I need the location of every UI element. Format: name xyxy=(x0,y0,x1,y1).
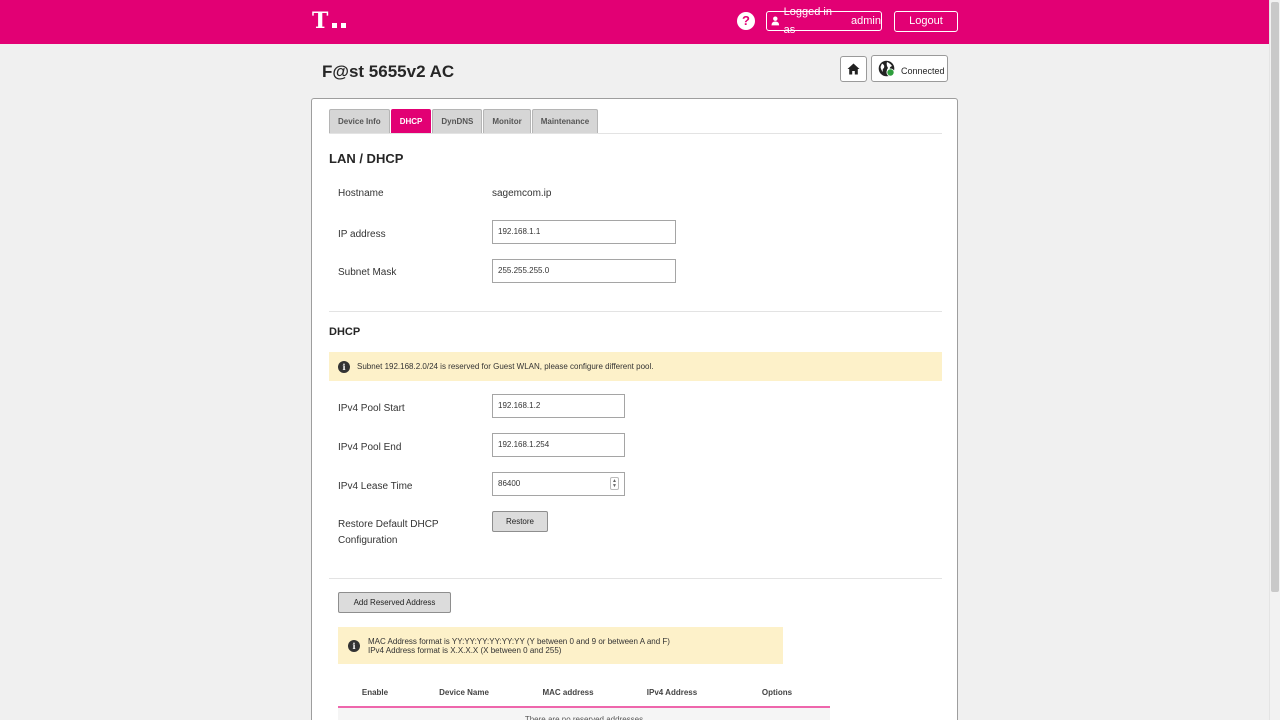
info-icon: i xyxy=(338,360,350,373)
tab-dyndns[interactable]: DynDNS xyxy=(432,109,483,133)
pool-end-label: IPv4 Pool End xyxy=(338,442,402,453)
scrollbar-thumb[interactable] xyxy=(1271,2,1279,592)
section-divider xyxy=(329,578,942,579)
tab-dhcp[interactable]: DHCP xyxy=(390,109,432,133)
globe-icon xyxy=(878,60,895,77)
help-icon[interactable]: ? xyxy=(737,12,755,30)
logged-in-label: Logged in as xyxy=(783,6,832,36)
tab-monitor[interactable]: Monitor xyxy=(483,109,531,133)
home-button[interactable] xyxy=(840,56,867,82)
ipv4-format-text: IPv4 Address format is X.X.X.X (X betwee… xyxy=(368,645,562,655)
hostname-label: Hostname xyxy=(338,188,384,199)
home-icon xyxy=(847,63,860,75)
page-title: F@st 5655v2 AC xyxy=(322,62,455,81)
tab-divider xyxy=(329,133,942,134)
table-empty-row: There are no reserved addresses xyxy=(338,708,830,720)
connection-label: Connected xyxy=(901,66,945,76)
format-notice: i MAC Address format is YY:YY:YY:YY:YY:Y… xyxy=(338,627,783,664)
logo-dot xyxy=(341,23,347,28)
page-scrollbar[interactable] xyxy=(1269,0,1280,720)
column-header-enable: Enable xyxy=(361,688,389,697)
column-header-ipv4-address: IPv4 Address xyxy=(646,688,698,697)
lease-time-label: IPv4 Lease Time xyxy=(338,481,413,492)
telekom-logo[interactable]: T xyxy=(312,8,347,34)
subnet-mask-label: Subnet Mask xyxy=(338,267,397,278)
dhcp-section-title: DHCP xyxy=(329,326,361,338)
dhcp-panel: Device Info DHCP DynDNS Monitor Maintena… xyxy=(311,98,958,720)
hostname-value: sagemcom.ip xyxy=(492,188,552,199)
restore-label-line1: Restore Default DHCP xyxy=(338,519,439,530)
section-divider xyxy=(329,311,942,312)
lease-time-value: 86400 xyxy=(498,479,521,488)
ip-address-input[interactable]: 192.168.1.1 xyxy=(492,220,676,244)
pool-end-input[interactable]: 192.168.1.254 xyxy=(492,433,625,457)
guest-wlan-notice-text: Subnet 192.168.2.0/24 is reserved for Gu… xyxy=(357,362,654,371)
tab-maintenance[interactable]: Maintenance xyxy=(531,109,599,133)
add-reserved-address-button[interactable]: Add Reserved Address xyxy=(338,592,451,613)
lease-time-input[interactable]: 86400 ▲ ▼ xyxy=(492,472,625,496)
user-icon xyxy=(771,16,780,26)
subnet-mask-input[interactable]: 255.255.255.0 xyxy=(492,259,676,283)
tab-bar: Device Info DHCP DynDNS Monitor Maintena… xyxy=(329,109,599,133)
column-header-mac-address: MAC address xyxy=(542,688,594,697)
column-header-options: Options xyxy=(761,688,793,697)
user-info: Logged in as admin xyxy=(766,6,882,36)
username: admin xyxy=(851,15,881,27)
top-bar: T ? Logged in as admin Logout xyxy=(0,0,1269,44)
lan-section-title: LAN / DHCP xyxy=(329,151,404,166)
ip-address-label: IP address xyxy=(338,229,386,240)
pool-start-label: IPv4 Pool Start xyxy=(338,403,405,414)
logo-dot xyxy=(332,23,338,28)
connection-status-button[interactable]: Connected xyxy=(871,55,948,82)
telekom-t-glyph: T xyxy=(312,8,329,34)
restore-default-label: Restore Default DHCP Configuration xyxy=(338,517,439,549)
mac-format-text: MAC Address format is YY:YY:YY:YY:YY:YY … xyxy=(368,636,670,646)
logout-button[interactable]: Logout xyxy=(894,11,958,32)
lease-time-spinner[interactable]: ▲ ▼ xyxy=(610,477,619,490)
column-header-device-name: Device Name xyxy=(439,688,489,697)
restore-button[interactable]: Restore xyxy=(492,511,548,532)
guest-wlan-notice: i Subnet 192.168.2.0/24 is reserved for … xyxy=(329,352,942,381)
format-notice-text: MAC Address format is YY:YY:YY:YY:YY:YY … xyxy=(368,637,670,655)
restore-label-line2: Configuration xyxy=(338,535,398,546)
info-icon: i xyxy=(348,639,360,652)
pool-start-input[interactable]: 192.168.1.2 xyxy=(492,394,625,418)
tab-device-info[interactable]: Device Info xyxy=(329,109,390,133)
